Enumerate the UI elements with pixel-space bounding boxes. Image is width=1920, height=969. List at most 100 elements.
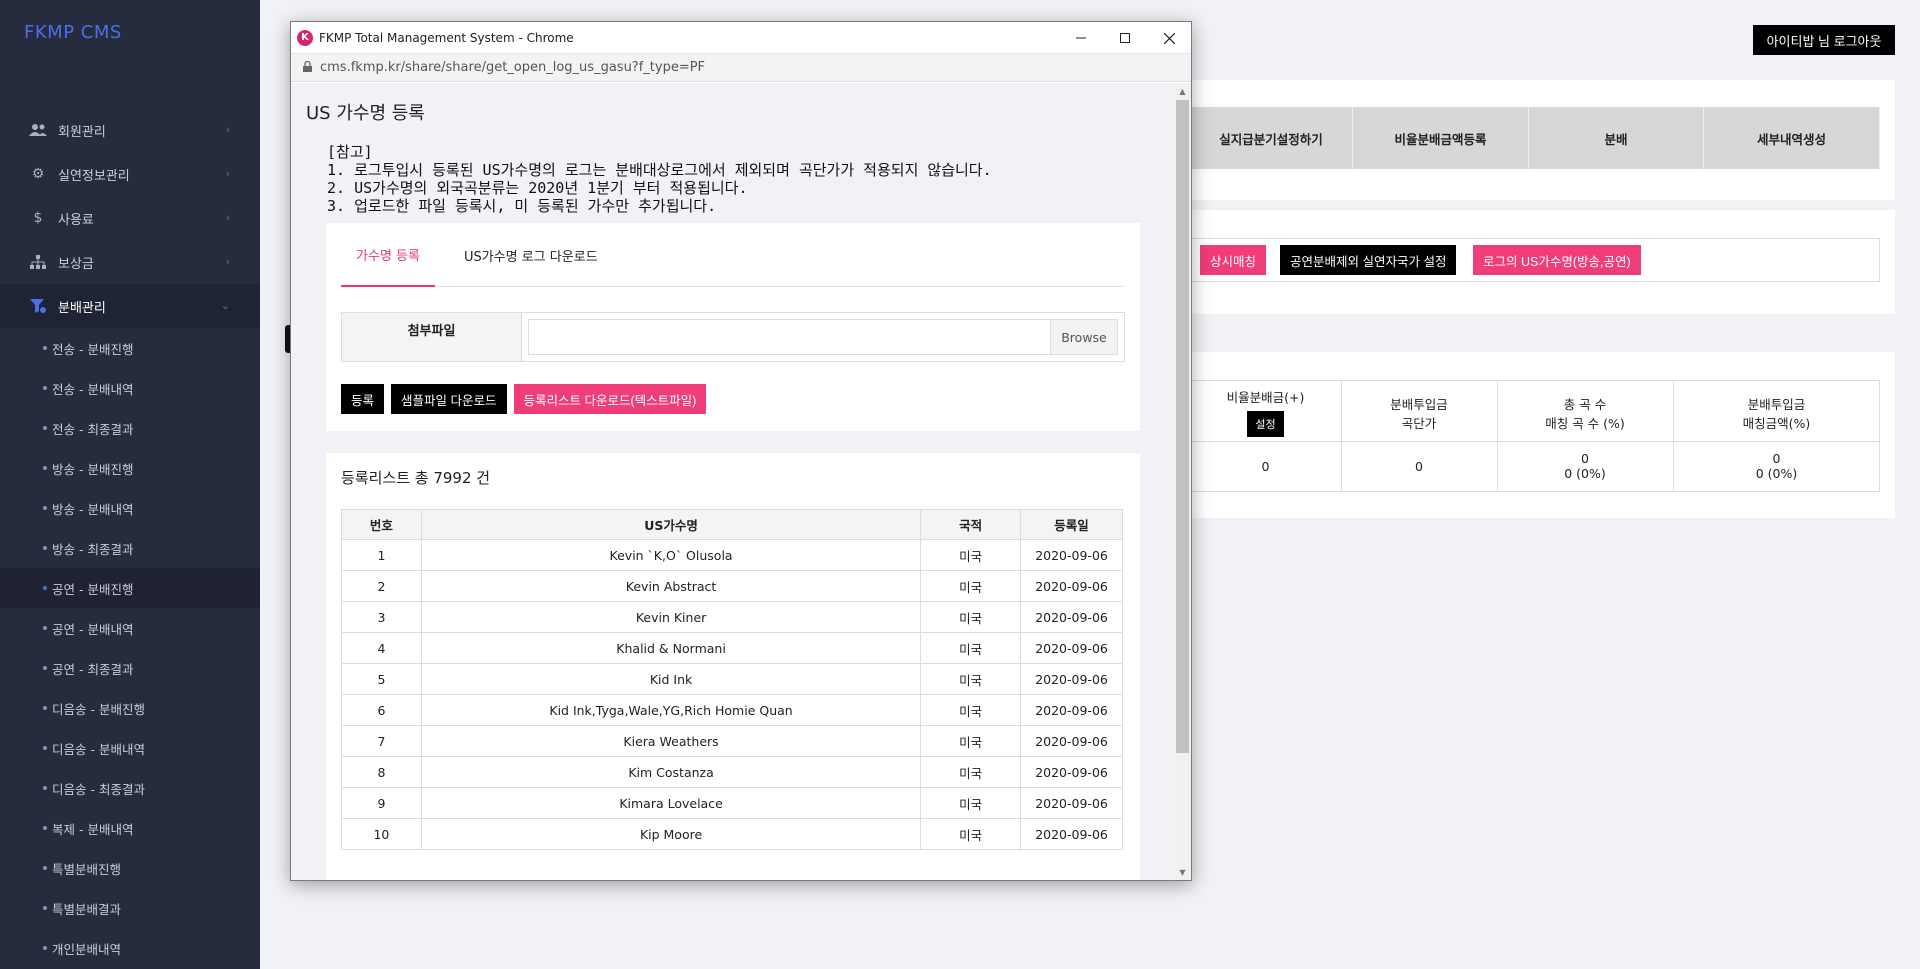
cell-singer: Kiera Weathers [420,725,922,757]
cell-date: 2020-09-06 [1020,601,1123,633]
submenu-item[interactable]: 복제 - 분배내역 [0,808,260,848]
step-ratio-amount[interactable]: 비율분배금액등록 [1353,107,1529,169]
stats-header-ratio: 비율분배금(+) 설정 [1190,387,1341,437]
tab-bar: 가수명 등록 US가수명 로그 다운로드 [341,223,1125,287]
sidebar-item-label: 보상금 [58,256,94,272]
app-logo-icon: K [297,29,313,46]
step-quarter-setting[interactable]: 실지급분기설정하기 [1190,107,1353,169]
sidebar-item-distribution[interactable]: 분배관리 ⌄ [0,284,260,328]
url-text: cms.fkmp.kr/share/share/get_open_log_us_… [320,60,706,75]
submenu-item[interactable]: 디음송 - 분배진행 [0,688,260,728]
steps-header: 실지급분기설정하기 비율분배금액등록 분배 세부내역생성 [1190,107,1880,169]
stats-value-line: 0 (0%) [1755,466,1798,481]
address-bar[interactable]: cms.fkmp.kr/share/share/get_open_log_us_… [291,54,1191,82]
submenu-item[interactable]: 특별분배진행 [0,848,260,888]
chevron-down-icon: ⌄ [220,299,230,312]
column-header: 번호 [341,509,422,540]
cell-nationality: 미국 [920,632,1022,664]
cell-singer: Kid Ink [420,663,922,695]
cell-number: 6 [341,694,422,726]
cell-nationality: 미국 [920,787,1022,819]
vertical-scrollbar[interactable]: ▲ ▼ [1174,83,1191,880]
sidebar-item-performer-info[interactable]: ⚙ 실연정보관리 › [0,152,260,196]
minimize-icon[interactable] [1059,22,1103,54]
stats-header-label: 비율분배금(+) [1226,390,1305,405]
list-download-button[interactable]: 등록리스트 다운로드(텍스트파일) [513,384,707,414]
submenu-item[interactable]: 전송 - 분배내역 [0,368,260,408]
submenu-item[interactable]: 디음송 - 최종결과 [0,768,260,808]
submenu-item[interactable]: 디음송 - 분배내역 [0,728,260,768]
log-us-singer-button[interactable]: 로그의 US가수명(방송,공연) [1473,245,1641,275]
list-card: 등록리스트 총 7992 건 번호 US가수명 국적 등록일 1 Kevin `K… [326,453,1140,880]
notice-line: 3. 업로드한 파일 등록시, 미 등록된 가수만 추가됩니다. [327,197,717,215]
sidebar-item-label: 사용료 [58,212,94,228]
lock-icon [303,60,312,75]
sidebar-menu: 회원관리 › ⚙ 실연정보관리 › $ 사용료 › 보상금 › 분배관리 ⌄ 전… [0,108,260,968]
sidebar-item-fees[interactable]: $ 사용료 › [0,196,260,240]
step-detail-generate[interactable]: 세부내역생성 [1704,107,1880,169]
stats-header-label: 분배투입금 [1747,397,1806,412]
performer-country-button[interactable]: 공연분배제외 실연자국가 설정 [1280,245,1457,275]
always-matching-button[interactable]: 상시매칭 [1200,245,1267,275]
users-icon [28,122,48,138]
stats-header-songs: 총 곡 수 매칭 곡 수 (%) [1497,394,1673,432]
file-label: 첨부파일 [342,313,522,361]
file-name-field[interactable] [529,320,1050,354]
stats-header-label: 매칭 곡 수 (%) [1545,416,1625,431]
cell-singer: Kevin Abstract [420,570,922,602]
cell-number: 5 [341,663,422,695]
step-distribute[interactable]: 분배 [1529,107,1704,169]
file-upload-row: 첨부파일 Browse [341,312,1125,362]
tab-log-download[interactable]: US가수명 로그 다운로드 [449,223,613,287]
submenu-item[interactable]: 공연 - 최종결과 [0,648,260,688]
stats-value: 0 [1261,459,1270,474]
upload-card: 가수명 등록 US가수명 로그 다운로드 첨부파일 Browse 등록 샘플파일… [326,223,1140,431]
table-row: 3 Kevin Kiner 미국 2020-09-06 [341,601,1123,633]
submenu-item[interactable]: 전송 - 최종결과 [0,408,260,448]
table-row: 8 Kim Costanza 미국 2020-09-06 [341,756,1123,788]
cell-date: 2020-09-06 [1020,787,1123,819]
browse-button[interactable]: Browse [1050,320,1117,354]
stats-value: 0 [1415,459,1423,474]
brand-logo[interactable]: FKMP CMS [24,22,122,43]
steps-panel: 실지급분기설정하기 비율분배금액등록 분배 세부내역생성 [1190,80,1895,200]
cell-number: 3 [341,601,422,633]
close-icon[interactable] [1147,22,1191,54]
sidebar-item-compensation[interactable]: 보상금 › [0,240,260,284]
upload-actions: 등록 샘플파일 다운로드 등록리스트 다운로드(텍스트파일) [341,384,707,414]
register-button[interactable]: 등록 [341,384,385,414]
file-input[interactable]: Browse [528,319,1118,355]
ratio-set-button[interactable]: 설정 [1247,411,1284,437]
sidebar-item-members[interactable]: 회원관리 › [0,108,260,152]
chevron-right-icon: › [225,255,230,268]
tab-singer-register[interactable]: 가수명 등록 [341,223,435,287]
cell-singer: Kevin `K,O` Olusola [420,539,922,571]
submenu-item[interactable]: 전송 - 분배진행 [0,328,260,368]
cell-date: 2020-09-06 [1020,725,1123,757]
sample-download-button[interactable]: 샘플파일 다운로드 [391,384,507,414]
table-row: 4 Khalid & Normani 미국 2020-09-06 [341,632,1123,664]
scroll-down-arrow-icon[interactable]: ▼ [1174,864,1191,880]
scroll-up-arrow-icon[interactable]: ▲ [1174,83,1191,100]
submenu-item[interactable]: 공연 - 분배내역 [0,608,260,648]
submenu-item[interactable]: 방송 - 최종결과 [0,528,260,568]
stats-header-label: 곡단가 [1401,416,1437,431]
cell-date: 2020-09-06 [1020,694,1123,726]
logout-button[interactable]: 아이티밥 님 로그아웃 [1753,25,1895,55]
notice-line: 2. US가수명의 외국곡분류는 2020년 1분기 부터 적용됩니다. [327,179,748,197]
gears-icon: ⚙ [31,166,45,182]
scroll-thumb[interactable] [1176,100,1189,753]
stats-value: 0 0 (0%) [1497,451,1673,481]
list-title: 등록리스트 총 7992 건 [341,469,491,487]
cell-nationality: 미국 [920,818,1022,850]
submenu-item[interactable]: 개인분배내역 [0,928,260,968]
maximize-icon[interactable] [1103,22,1147,54]
cell-date: 2020-09-06 [1020,663,1123,695]
submenu-item-active[interactable]: 공연 - 분배진행 [0,568,260,608]
submenu-item[interactable]: 방송 - 분배내역 [0,488,260,528]
cell-number: 1 [341,539,422,571]
chevron-right-icon: › [225,211,230,224]
submenu-item[interactable]: 특별분배결과 [0,888,260,928]
table-row: 9 Kimara Lovelace 미국 2020-09-06 [341,787,1123,819]
submenu-item[interactable]: 방송 - 분배진행 [0,448,260,488]
